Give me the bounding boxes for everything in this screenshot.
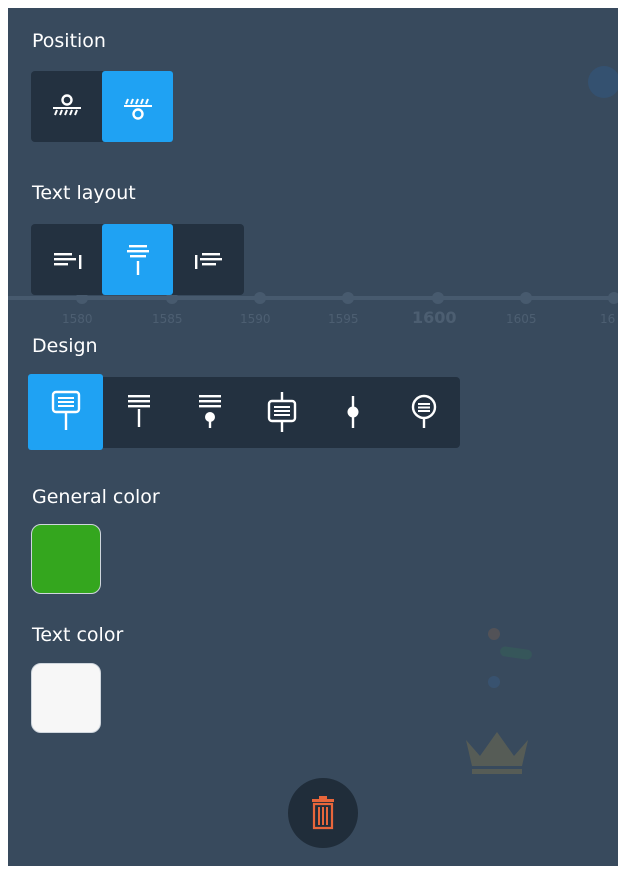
text-layout-label: Text layout (32, 182, 136, 204)
text-right-button[interactable] (173, 224, 244, 295)
background-year: 1580 (62, 312, 93, 326)
design-lines-pin-icon (127, 395, 150, 427)
design-toggle-group (28, 374, 460, 450)
background-timeline-dot (608, 292, 618, 304)
settings-panel: 1580 1585 1590 1595 1600 1605 16 Positio… (8, 8, 618, 866)
background-year: 1590 (240, 312, 271, 326)
background-year: 1595 (328, 312, 359, 326)
design-label: Design (32, 335, 98, 357)
position-above-icon (52, 93, 81, 115)
position-label: Position (32, 30, 106, 52)
design-box-line-icon (267, 392, 296, 432)
text-layout-toggle-group (31, 224, 244, 295)
background-year: 1605 (506, 312, 537, 326)
design-dot-line-button[interactable] (317, 377, 388, 447)
background-decoration-icon (488, 628, 532, 688)
delete-button[interactable] (288, 778, 358, 848)
design-circle-pin-icon (412, 394, 437, 428)
background-bubble (588, 66, 618, 98)
text-color-label: Text color (32, 624, 124, 646)
trash-icon (312, 796, 334, 830)
background-timeline-dot (342, 292, 354, 304)
design-box-pin-icon (51, 390, 80, 430)
position-below-icon (123, 98, 152, 120)
text-left-button[interactable] (31, 224, 102, 295)
background-timeline-dot (520, 292, 532, 304)
text-color-swatch[interactable] (31, 663, 101, 733)
position-toggle-group (31, 71, 173, 142)
design-circle-pin-button[interactable] (389, 377, 460, 447)
background-timeline-dot (254, 292, 266, 304)
design-lines-pin-button[interactable] (103, 377, 174, 447)
text-center-icon (126, 244, 149, 275)
background-year: 1600 (412, 308, 457, 327)
background-year: 16 (600, 312, 616, 326)
text-center-button[interactable] (102, 224, 173, 295)
position-below-button[interactable] (102, 71, 173, 142)
background-crown-icon (466, 732, 528, 774)
background-year: 1585 (152, 312, 183, 326)
design-lines-dot-button[interactable] (175, 377, 246, 447)
background-timeline: 1580 1585 1590 1595 1600 1605 16 (8, 292, 618, 336)
position-above-button[interactable] (31, 71, 102, 142)
design-box-pin-button[interactable] (28, 374, 104, 450)
text-right-icon (194, 252, 222, 269)
design-dot-line-icon (347, 396, 359, 428)
design-lines-dot-icon (199, 395, 222, 428)
text-left-icon (53, 252, 81, 269)
general-color-swatch[interactable] (31, 524, 101, 594)
background-timeline-dot (432, 292, 444, 304)
design-box-line-button[interactable] (246, 377, 317, 447)
general-color-label: General color (32, 486, 160, 508)
